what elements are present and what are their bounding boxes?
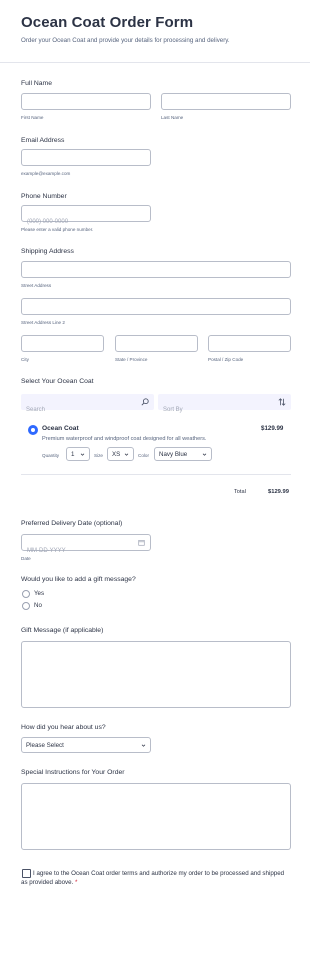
size-value: XS bbox=[112, 450, 121, 458]
email-input[interactable] bbox=[21, 149, 151, 166]
street-address-input[interactable] bbox=[21, 261, 291, 278]
product-price: $129.99 bbox=[261, 425, 284, 432]
quantity-value: 1 bbox=[71, 450, 75, 458]
street-address-line2-input[interactable] bbox=[21, 298, 291, 315]
zip-input[interactable] bbox=[208, 335, 291, 352]
zip-sublabel: Postal / Zip Code bbox=[208, 357, 244, 362]
email-sublabel: example@example.com bbox=[21, 171, 71, 176]
chevron-down-icon bbox=[80, 452, 85, 456]
gift-no-label[interactable]: No bbox=[34, 602, 42, 609]
gift-yes-label[interactable]: Yes bbox=[34, 590, 44, 597]
gift-yes-radio[interactable] bbox=[22, 590, 30, 598]
delivery-date-input[interactable]: MM-DD-YYYY bbox=[21, 534, 151, 554]
phone-input[interactable]: (000) 000-0000 bbox=[21, 205, 151, 225]
referral-select[interactable]: Please Select bbox=[21, 737, 151, 753]
total-label: Total bbox=[234, 489, 246, 495]
gift-message-label: Gift Message (if applicable) bbox=[21, 627, 104, 634]
email-label: Email Address bbox=[21, 137, 65, 144]
product-sort-select[interactable]: Sort By bbox=[158, 394, 291, 413]
delivery-date-placeholder: MM-DD-YYYY bbox=[27, 548, 66, 554]
chevron-down-icon bbox=[124, 452, 129, 456]
required-mark: * bbox=[75, 878, 78, 886]
city-sublabel: City bbox=[21, 357, 29, 362]
product-description: Premium waterproof and windproof coat de… bbox=[42, 436, 207, 442]
search-icon bbox=[141, 398, 149, 406]
referral-label: How did you hear about us? bbox=[21, 724, 106, 731]
last-name-sublabel: Last Name bbox=[161, 115, 184, 120]
street-address-line2-sublabel: Street Address Line 2 bbox=[21, 320, 65, 325]
gift-question-label: Would you like to add a gift message? bbox=[21, 576, 136, 583]
delivery-date-label: Preferred Delivery Date (optional) bbox=[21, 520, 123, 527]
calendar-icon[interactable] bbox=[138, 539, 145, 546]
product-search-placeholder: Search bbox=[26, 407, 46, 413]
chevron-down-icon bbox=[202, 452, 207, 456]
color-select[interactable]: Navy Blue bbox=[154, 447, 212, 461]
chevron-down-icon bbox=[141, 743, 146, 747]
quantity-label: Quantity bbox=[42, 453, 60, 458]
agreement-text-block: I agree to the Ocean Coat order terms an… bbox=[21, 870, 291, 887]
shipping-label: Shipping Address bbox=[21, 248, 74, 255]
form-subtitle: Order your Ocean Coat and provide your d… bbox=[21, 37, 230, 44]
product-sort-placeholder: Sort By bbox=[163, 407, 183, 413]
instructions-label: Special Instructions for Your Order bbox=[21, 769, 125, 776]
gift-no-radio[interactable] bbox=[22, 602, 30, 610]
product-search-input[interactable]: Search bbox=[21, 394, 154, 413]
delivery-date-sublabel: Date bbox=[21, 556, 31, 561]
total-value: $129.99 bbox=[268, 489, 289, 495]
last-name-input[interactable] bbox=[161, 93, 291, 110]
radio-dot-icon bbox=[31, 428, 35, 432]
phone-label: Phone Number bbox=[21, 193, 67, 200]
product-select-radio[interactable] bbox=[28, 425, 38, 435]
header-divider bbox=[0, 62, 310, 63]
state-sublabel: State / Province bbox=[115, 357, 148, 362]
phone-placeholder: (000) 000-0000 bbox=[27, 219, 69, 225]
phone-sublabel: Please enter a valid phone number. bbox=[21, 227, 94, 232]
product-name: Ocean Coat bbox=[42, 425, 79, 432]
agreement-text: I agree to the Ocean Coat order terms an… bbox=[21, 870, 285, 886]
color-label: Color bbox=[138, 453, 149, 458]
color-value: Navy Blue bbox=[159, 450, 188, 458]
instructions-textarea[interactable] bbox=[21, 783, 291, 850]
product-label: Select Your Ocean Coat bbox=[21, 378, 94, 385]
form-title: Ocean Coat Order Form bbox=[21, 14, 194, 31]
quantity-select[interactable]: 1 bbox=[66, 447, 90, 461]
first-name-input[interactable] bbox=[21, 93, 151, 110]
sort-icon bbox=[278, 398, 286, 406]
city-input[interactable] bbox=[21, 335, 104, 352]
size-select[interactable]: XS bbox=[107, 447, 134, 461]
full-name-label: Full Name bbox=[21, 80, 52, 87]
referral-selected: Please Select bbox=[26, 741, 64, 749]
street-address-sublabel: Street Address bbox=[21, 283, 52, 288]
gift-message-textarea[interactable] bbox=[21, 641, 291, 708]
size-label: Size bbox=[94, 453, 103, 458]
product-divider bbox=[21, 474, 291, 475]
first-name-sublabel: First Name bbox=[21, 115, 44, 120]
state-input[interactable] bbox=[115, 335, 198, 352]
